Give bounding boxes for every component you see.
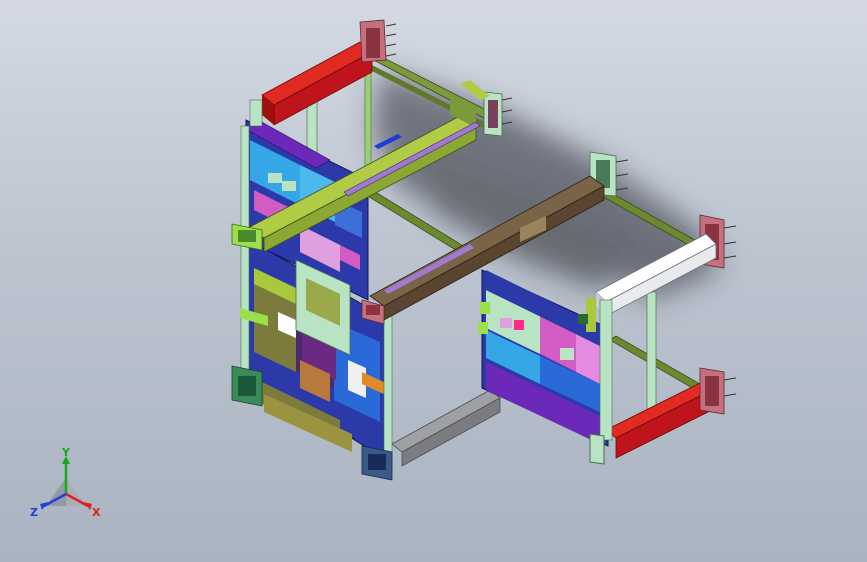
x-axis-label: X	[92, 506, 101, 519]
right-cabinet	[478, 269, 613, 465]
axis-triad: Y X Z	[30, 446, 101, 519]
cad-viewport[interactable]: Y X Z	[0, 0, 867, 562]
cad-model-3d-view[interactable]	[0, 0, 867, 562]
y-axis-label: Y	[61, 446, 71, 459]
z-axis-label: Z	[30, 506, 38, 519]
grey-lower-bar	[391, 389, 501, 467]
mount-plate-top	[359, 19, 397, 63]
bottom-right-red-rail	[605, 367, 737, 459]
